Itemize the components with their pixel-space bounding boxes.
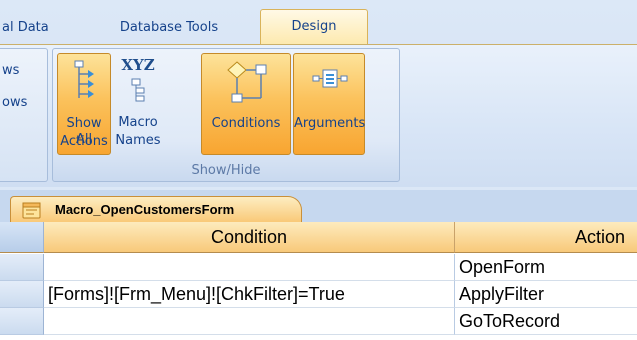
- conditions-label: Conditions: [211, 116, 281, 131]
- show-hide-group: Show All Actions XYZ Macro Names Conditi…: [52, 48, 400, 182]
- action-cell[interactable]: GoToRecord: [455, 308, 637, 335]
- table-row: GoToRecord: [0, 308, 637, 335]
- macro-names-tree-icon: [131, 78, 145, 102]
- table-row: [Forms]![Frm_Menu]![ChkFilter]=True Appl…: [0, 281, 637, 308]
- macro-names-label-2: Names: [115, 133, 161, 148]
- arguments-button[interactable]: Arguments: [293, 53, 365, 155]
- macro-names-button[interactable]: XYZ Macro Names: [113, 53, 163, 155]
- macro-names-icon: XYZ: [121, 56, 155, 74]
- arguments-icon: [312, 69, 348, 88]
- tab-external-data[interactable]: al Data: [0, 12, 70, 44]
- partial-button-label-1[interactable]: ws: [2, 63, 19, 78]
- row-selector[interactable]: [0, 308, 44, 335]
- arguments-label: Arguments: [294, 116, 366, 131]
- ribbon-group-partial: ws ows: [0, 48, 48, 182]
- show-all-actions-icon: [74, 60, 94, 98]
- row-selector[interactable]: [0, 281, 44, 308]
- condition-cell[interactable]: [44, 308, 455, 335]
- table-row: OpenForm: [0, 254, 637, 281]
- action-cell[interactable]: ApplyFilter: [455, 281, 637, 308]
- conditions-button[interactable]: Conditions: [201, 53, 291, 155]
- column-header-condition[interactable]: Condition: [44, 222, 455, 253]
- column-header-action[interactable]: Action: [455, 222, 637, 253]
- condition-cell[interactable]: [44, 254, 455, 281]
- show-all-actions-button[interactable]: Show All Actions: [57, 53, 111, 155]
- partial-button-label-2[interactable]: ows: [2, 95, 27, 110]
- ribbon: al Data Database Tools Design ws ows Sho…: [0, 0, 637, 187]
- show-all-actions-label-2: Actions: [60, 134, 108, 149]
- macro-document-tab[interactable]: Macro_OpenCustomersForm: [10, 196, 302, 222]
- action-cell[interactable]: OpenForm: [455, 254, 637, 281]
- tab-database-tools[interactable]: Database Tools: [99, 12, 239, 44]
- select-all-corner[interactable]: [0, 222, 44, 253]
- macro-names-label-1: Macro: [118, 115, 158, 130]
- row-selector[interactable]: [0, 254, 44, 281]
- macro-design-grid: Condition Action OpenForm [Forms]![Frm_M…: [0, 222, 637, 340]
- document-tab-bar: Macro_OpenCustomersForm: [0, 190, 637, 222]
- conditions-icon: [227, 61, 267, 103]
- tab-design[interactable]: Design: [260, 9, 368, 45]
- macro-object-icon: [22, 202, 41, 219]
- condition-cell[interactable]: [Forms]![Frm_Menu]![ChkFilter]=True: [44, 281, 455, 308]
- show-hide-group-label: Show/Hide: [191, 163, 261, 178]
- macro-document-tab-label: Macro_OpenCustomersForm: [55, 202, 235, 217]
